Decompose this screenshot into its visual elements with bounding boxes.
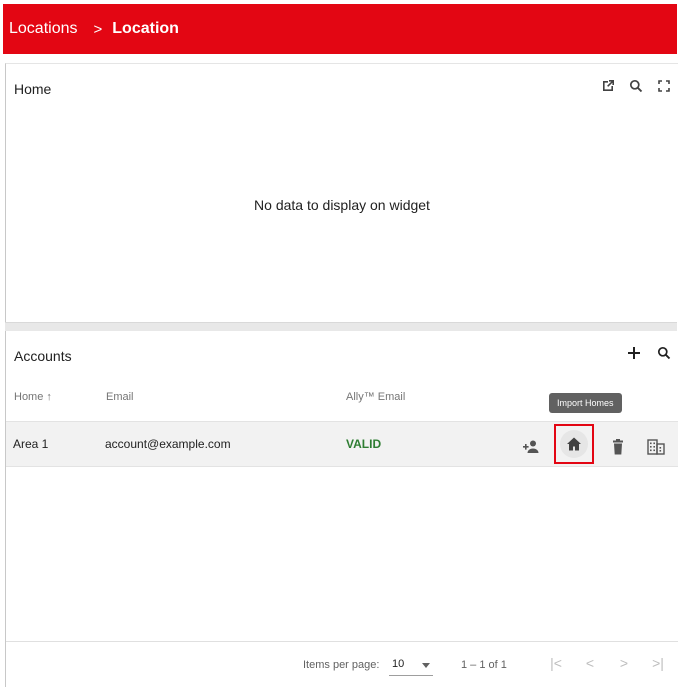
- row-actions: [516, 424, 670, 464]
- column-header-home[interactable]: Home ↑: [14, 391, 52, 403]
- breadcrumb-bar: Locations > Location: [3, 4, 677, 54]
- pagination-nav: |< < > >|: [544, 651, 670, 675]
- building-icon[interactable]: [642, 433, 670, 461]
- column-header-ally-email[interactable]: Ally™ Email: [346, 391, 405, 403]
- fullscreen-icon[interactable]: [656, 78, 672, 94]
- delete-icon[interactable]: [604, 433, 632, 461]
- chevron-down-icon: [422, 663, 430, 668]
- cell-home: Area 1: [13, 437, 49, 451]
- breadcrumb-locations[interactable]: Locations: [9, 20, 78, 38]
- page-range: 1 – 1 of 1: [461, 659, 507, 671]
- last-page-button[interactable]: >|: [646, 651, 670, 675]
- breadcrumb-location: Location: [112, 20, 179, 37]
- items-per-page-select[interactable]: 10: [389, 655, 433, 676]
- first-page-button[interactable]: |<: [544, 651, 568, 675]
- accounts-widget: Accounts Home ↑ Email Ally™ Email Import…: [5, 331, 678, 687]
- add-icon[interactable]: [626, 345, 642, 361]
- open-in-new-icon[interactable]: [600, 78, 616, 94]
- import-homes-button[interactable]: [554, 424, 594, 464]
- cell-email: account@example.com: [105, 437, 231, 451]
- items-per-page-label: Items per page:: [303, 659, 380, 671]
- table-row[interactable]: Area 1 account@example.com VALID: [6, 421, 678, 467]
- accounts-toolbar: [626, 345, 672, 361]
- previous-page-button[interactable]: <: [578, 651, 602, 675]
- add-person-icon[interactable]: [516, 433, 544, 461]
- search-icon[interactable]: [656, 345, 672, 361]
- breadcrumb-separator: >: [93, 20, 103, 38]
- home-widget: Home No data to display on widget: [5, 63, 678, 324]
- empty-state-message: No data to display on widget: [254, 197, 430, 213]
- next-page-button[interactable]: >: [612, 651, 636, 675]
- widget-toolbar: [600, 78, 672, 94]
- accounts-title: Accounts: [14, 348, 72, 364]
- import-homes-tooltip: Import Homes: [549, 393, 622, 413]
- items-per-page-value: 10: [392, 658, 405, 670]
- cell-ally-email-status: VALID: [346, 437, 382, 451]
- app-frame: Locations > Location Home No data to dis…: [0, 0, 678, 687]
- column-header-email[interactable]: Email: [106, 391, 134, 403]
- search-icon[interactable]: [628, 78, 644, 94]
- paginator: Items per page: 10 1 – 1 of 1 |< < > >|: [6, 641, 678, 688]
- widget-title: Home: [14, 81, 52, 97]
- home-icon: [560, 430, 588, 458]
